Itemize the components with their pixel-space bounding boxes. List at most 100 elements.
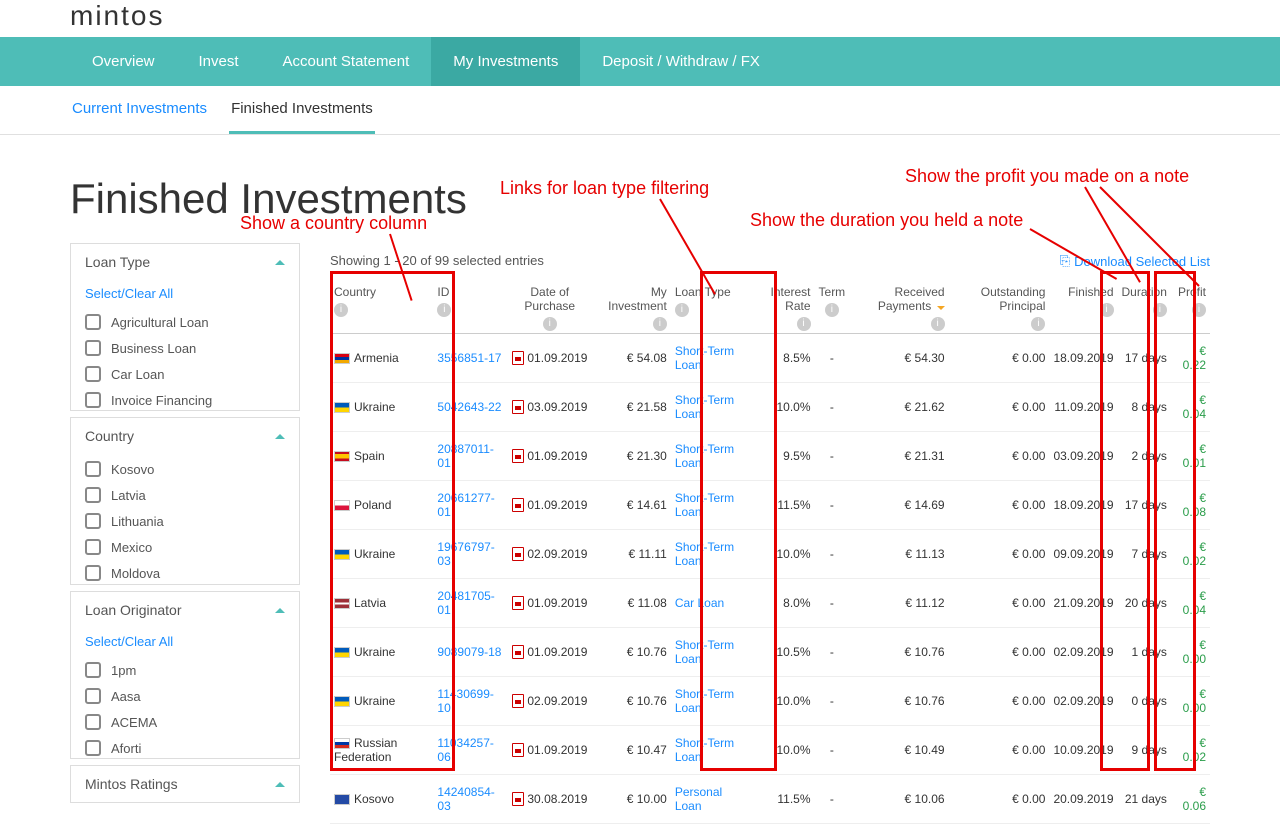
filter-option[interactable]: Mexico <box>85 534 285 560</box>
loan-id-link[interactable]: 19676797-03 <box>437 540 494 568</box>
col-header[interactable]: My Investmenti <box>593 279 671 334</box>
col-header[interactable]: Finishedi <box>1049 279 1117 334</box>
filter-checkbox[interactable] <box>85 513 101 529</box>
filter-checkbox[interactable] <box>85 461 101 477</box>
topnav-item[interactable]: Overview <box>70 37 177 86</box>
info-icon[interactable]: i <box>1192 303 1206 317</box>
col-header[interactable]: Interest Ratei <box>750 279 814 334</box>
filter-option[interactable]: Aasa <box>85 683 285 709</box>
filter-option[interactable]: Business Loan <box>85 335 285 361</box>
filter-checkbox[interactable] <box>85 688 101 704</box>
loan-id-link[interactable]: 20661277-01 <box>437 491 494 519</box>
info-icon[interactable]: i <box>437 303 451 317</box>
topnav-item[interactable]: Deposit / Withdraw / FX <box>580 37 782 86</box>
loan-id-link[interactable]: 5042643-22 <box>437 400 501 414</box>
info-icon[interactable]: i <box>334 303 348 317</box>
col-header[interactable]: IDi <box>433 279 506 334</box>
filter-checkbox[interactable] <box>85 340 101 356</box>
cell-date: 01.09.2019 <box>506 579 593 628</box>
cell-investment: € 10.00 <box>593 775 671 824</box>
filter-loan-type-head[interactable]: Loan Type <box>71 244 299 280</box>
subnav-finished[interactable]: Finished Investments <box>229 86 375 134</box>
filter-originator-head[interactable]: Loan Originator <box>71 592 299 628</box>
filter-option[interactable]: Lithuania <box>85 508 285 534</box>
loan-id-link[interactable]: 9089079-18 <box>437 645 501 659</box>
info-icon[interactable]: i <box>931 317 945 331</box>
filter-option[interactable]: ACEMA <box>85 709 285 735</box>
info-icon[interactable]: i <box>653 317 667 331</box>
filter-option[interactable]: Invoice Financing <box>85 387 285 410</box>
filter-checkbox[interactable] <box>85 487 101 503</box>
filter-ratings-head[interactable]: Mintos Ratings <box>71 766 299 802</box>
info-icon[interactable]: i <box>543 317 557 331</box>
select-clear-originator[interactable]: Select/Clear All <box>85 630 285 657</box>
filter-country-head[interactable]: Country <box>71 418 299 454</box>
filter-checkbox[interactable] <box>85 714 101 730</box>
filter-checkbox[interactable] <box>85 392 101 408</box>
pdf-icon[interactable] <box>512 351 524 365</box>
filter-checkbox[interactable] <box>85 740 101 756</box>
download-link[interactable]: ⎘ Download Selected List <box>1060 253 1210 269</box>
loan-id-link[interactable]: 3556851-17 <box>437 351 501 365</box>
filter-option[interactable]: Agricultural Loan <box>85 309 285 335</box>
pdf-icon[interactable] <box>512 694 524 708</box>
col-header[interactable]: Date of Purchasei <box>506 279 593 334</box>
cell-profit: € 0.00 <box>1171 628 1210 677</box>
select-clear-loan-type[interactable]: Select/Clear All <box>85 282 285 309</box>
cell-duration: 20 days <box>1118 579 1171 628</box>
loan-id-link[interactable]: 11034257-06 <box>437 736 494 764</box>
col-header[interactable]: Countryi <box>330 279 433 334</box>
pdf-icon[interactable] <box>512 547 524 561</box>
filter-option[interactable]: Moldova <box>85 560 285 584</box>
loan-id-link[interactable]: 11430699-10 <box>437 687 494 715</box>
col-header[interactable]: Received Payments i <box>849 279 948 334</box>
filter-checkbox[interactable] <box>85 565 101 581</box>
loan-type-link[interactable]: Short-Term Loan <box>675 687 734 715</box>
filter-option[interactable]: Kosovo <box>85 456 285 482</box>
info-icon[interactable]: i <box>1031 317 1045 331</box>
topnav-item[interactable]: Account Statement <box>261 37 432 86</box>
loan-id-link[interactable]: 14240854-03 <box>437 785 494 813</box>
info-icon[interactable]: i <box>1100 303 1114 317</box>
cell-rate: 11.5% <box>750 481 814 530</box>
filter-option[interactable]: 1pm <box>85 657 285 683</box>
loan-type-link[interactable]: Short-Term Loan <box>675 442 734 470</box>
loan-type-link[interactable]: Short-Term Loan <box>675 540 734 568</box>
col-header[interactable]: Loan Typei <box>671 279 750 334</box>
pdf-icon[interactable] <box>512 792 524 806</box>
pdf-icon[interactable] <box>512 400 524 414</box>
filter-option[interactable]: Latvia <box>85 482 285 508</box>
filter-checkbox[interactable] <box>85 539 101 555</box>
pdf-icon[interactable] <box>512 743 524 757</box>
loan-id-link[interactable]: 20481705-01 <box>437 589 494 617</box>
info-icon[interactable]: i <box>797 317 811 331</box>
loan-type-link[interactable]: Short-Term Loan <box>675 638 734 666</box>
filter-checkbox[interactable] <box>85 662 101 678</box>
info-icon[interactable]: i <box>675 303 689 317</box>
info-icon[interactable]: i <box>1153 303 1167 317</box>
loan-type-link[interactable]: Short-Term Loan <box>675 344 734 372</box>
pdf-icon[interactable] <box>512 596 524 610</box>
pdf-icon[interactable] <box>512 449 524 463</box>
topnav-item[interactable]: My Investments <box>431 37 580 86</box>
col-header[interactable]: Outstanding Principali <box>949 279 1050 334</box>
subnav-current[interactable]: Current Investments <box>70 86 209 134</box>
filter-checkbox[interactable] <box>85 366 101 382</box>
info-icon[interactable]: i <box>825 303 839 317</box>
pdf-icon[interactable] <box>512 645 524 659</box>
loan-type-link[interactable]: Short-Term Loan <box>675 736 734 764</box>
loan-type-link[interactable]: Personal Loan <box>675 785 722 813</box>
pdf-icon[interactable] <box>512 498 524 512</box>
filter-checkbox[interactable] <box>85 314 101 330</box>
loan-type-link[interactable]: Short-Term Loan <box>675 393 734 421</box>
loan-id-link[interactable]: 20887011-01 <box>437 442 494 470</box>
filter-option[interactable]: Aforti <box>85 735 285 758</box>
loan-type-link[interactable]: Car Loan <box>675 596 724 610</box>
topnav-item[interactable]: Invest <box>177 37 261 86</box>
col-header[interactable]: Profiti <box>1171 279 1210 334</box>
caret-up-icon <box>275 782 285 787</box>
loan-type-link[interactable]: Short-Term Loan <box>675 491 734 519</box>
filter-option[interactable]: Car Loan <box>85 361 285 387</box>
col-header[interactable]: Termi <box>815 279 850 334</box>
col-header[interactable]: Durationi <box>1118 279 1171 334</box>
